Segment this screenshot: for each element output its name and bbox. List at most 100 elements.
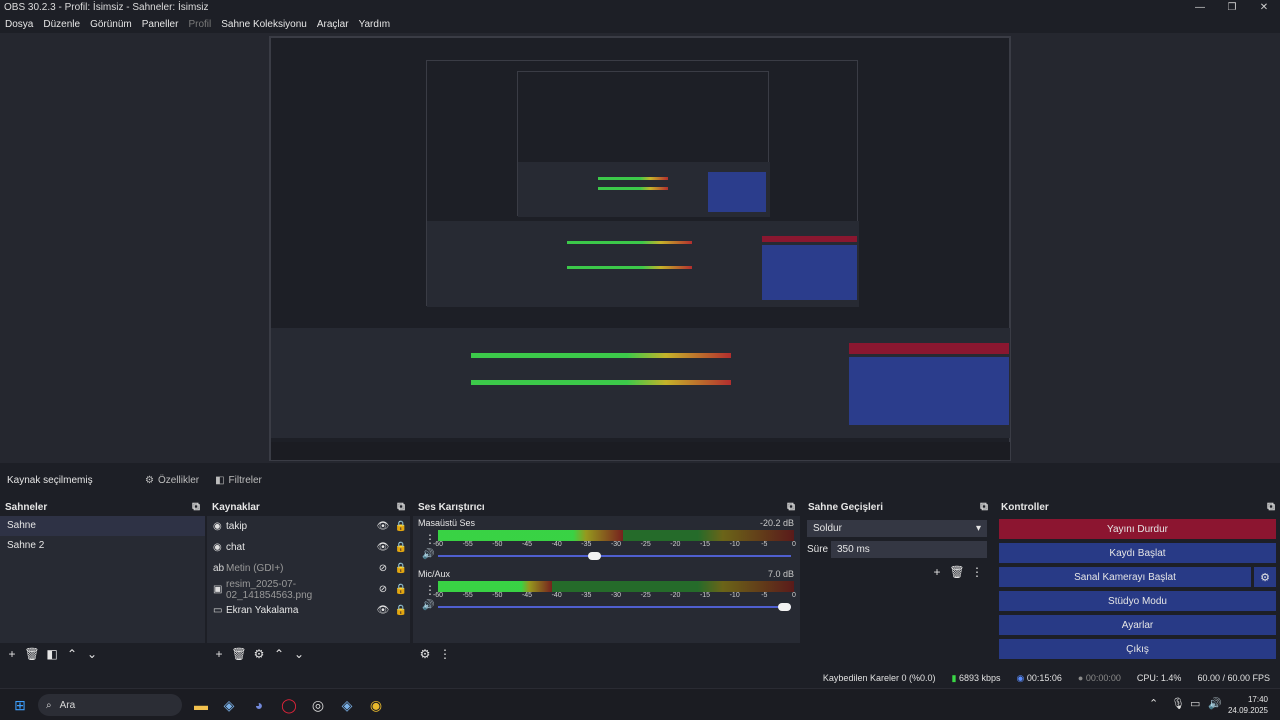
meter-tick-label: -55 [462, 592, 473, 599]
menu-file[interactable]: Dosya [0, 19, 38, 30]
source-item[interactable]: ▭ Ekran Yakalama 👁 🔒 [207, 600, 410, 621]
eye-icon[interactable]: 👁 [374, 605, 392, 616]
nested-meter-3b [598, 187, 668, 190]
trash-icon[interactable]: 🗑 [231, 646, 247, 662]
filter-icon[interactable]: ◧ [44, 646, 60, 662]
exit-button[interactable]: Çıkış [999, 639, 1276, 659]
discord-icon[interactable]: ◕ [249, 695, 269, 715]
undock-icon[interactable]: ⧉ [1267, 501, 1275, 514]
nested-taskbar [271, 442, 1010, 460]
obs-icon[interactable]: ◎ [308, 695, 328, 715]
settings-icon[interactable]: ⚙ [417, 646, 433, 662]
source-item[interactable]: ◉ takip 👁 🔒 [207, 516, 410, 537]
chevron-up-icon[interactable]: ⌃ [271, 646, 287, 662]
more-icon[interactable]: ⋮ [969, 564, 985, 580]
menu-edit[interactable]: Düzenle [38, 19, 85, 30]
chevron-up-icon[interactable]: ⌃ [1149, 697, 1158, 710]
opera-icon[interactable]: ◯ [279, 695, 299, 715]
taskbar-clock[interactable]: 17:40 24.09.2025 [1228, 694, 1268, 716]
scene-item[interactable]: Sahne [0, 516, 205, 536]
start-recording-button[interactable]: Kaydı Başlat [999, 543, 1276, 563]
nested-controls-1 [849, 357, 1009, 425]
scene-item[interactable]: Sahne 2 [0, 536, 205, 556]
lock-icon[interactable]: 🔒 [392, 584, 410, 595]
eye-hidden-icon[interactable]: ⊘ [374, 563, 392, 574]
dropped-frames: Kaybedilen Kareler 0 (%0.0) [822, 673, 936, 683]
stop-stream-button[interactable]: Yayını Durdur [999, 519, 1276, 539]
windows-start-icon[interactable]: ⊞ [10, 695, 30, 715]
chevron-down-icon[interactable]: ⌄ [84, 646, 100, 662]
volume-knob[interactable] [778, 603, 791, 611]
add-icon[interactable]: + [4, 646, 20, 662]
lock-icon[interactable]: 🔒 [392, 605, 410, 616]
meter-tick-label: -60 [432, 541, 444, 548]
add-icon[interactable]: + [211, 646, 227, 662]
steam-icon[interactable]: ◈ [337, 695, 357, 715]
properties-button[interactable]: ⚙ Özellikler [145, 475, 199, 486]
speaker-icon[interactable]: 🔊 [422, 600, 434, 611]
minimize-button[interactable]: — [1184, 2, 1216, 13]
transition-select[interactable]: Soldur ▾ [807, 520, 987, 537]
menu-help[interactable]: Yardım [354, 19, 396, 30]
trash-icon[interactable]: 🗑 [949, 564, 965, 580]
studio-mode-button[interactable]: Stüdyo Modu [999, 591, 1276, 611]
preview-area[interactable] [0, 33, 1280, 463]
menu-scene-collection[interactable]: Sahne Koleksiyonu [216, 19, 312, 30]
nested-stop-stream-2 [762, 236, 857, 242]
menu-bar: Dosya Düzenle Görünüm Paneller Profil Sa… [0, 15, 395, 33]
start-virtual-camera-button[interactable]: Sanal Kamerayı Başlat [999, 567, 1251, 587]
undock-icon[interactable]: ⧉ [192, 501, 200, 514]
volume-slider[interactable]: 🔊 [418, 600, 794, 613]
lock-icon[interactable]: 🔒 [392, 563, 410, 574]
settings-button[interactable]: Ayarlar [999, 615, 1276, 635]
steam-icon[interactable]: ◈ [219, 695, 239, 715]
meter-tick-label: -50 [492, 541, 503, 548]
source-item[interactable]: ◉ chat 👁 🔒 [207, 537, 410, 558]
volume-icon[interactable]: 🔊 [1208, 697, 1222, 710]
close-button[interactable]: ✕ [1248, 2, 1280, 13]
meter-tick-label: 0 [792, 541, 796, 548]
file-explorer-icon[interactable]: ▬ [191, 695, 211, 715]
undock-icon[interactable]: ⧉ [787, 501, 795, 514]
source-item[interactable]: ▣ resim_2025-07-02_141854563.png ⊘ 🔒 [207, 579, 410, 601]
undock-icon[interactable]: ⧉ [980, 501, 988, 514]
gear-icon[interactable]: ⚙ [251, 646, 267, 662]
undock-icon[interactable]: ⧉ [397, 501, 405, 514]
maximize-button[interactable]: ❐ [1216, 2, 1248, 13]
chevron-up-icon[interactable]: ⌃ [64, 646, 80, 662]
menu-tools[interactable]: Araçlar [312, 19, 354, 30]
eye-icon[interactable]: 👁 [374, 521, 392, 532]
virtual-camera-settings-icon[interactable]: ⚙ [1254, 567, 1276, 587]
microphone-icon[interactable]: 🎙 [1171, 697, 1185, 710]
network-icon[interactable]: ▭ [1190, 697, 1200, 710]
eye-icon[interactable]: 👁 [374, 542, 392, 553]
trash-icon[interactable]: 🗑 [24, 646, 40, 662]
title-bar: OBS 30.2.3 - Profil: İsimsiz - Sahneler:… [0, 0, 1280, 14]
taskbar-search[interactable]: ⌕ Ara [38, 694, 182, 716]
controls-title: Kontroller [1001, 501, 1049, 513]
channel-db: -20.2 dB [759, 518, 794, 528]
bitrate-status: ▮ 6893 kbps [951, 672, 1001, 683]
meter-level [438, 530, 624, 541]
preview-canvas[interactable] [269, 36, 1011, 461]
volume-slider[interactable]: 🔊 [418, 549, 794, 562]
volume-knob[interactable] [587, 552, 601, 560]
chrome-icon[interactable]: ◉ [366, 695, 386, 715]
meter-tick-label: -45 [521, 541, 533, 548]
menu-view[interactable]: Görünüm [85, 19, 137, 30]
lock-icon[interactable]: 🔒 [392, 521, 410, 532]
speaker-icon[interactable]: 🔊 [422, 549, 434, 560]
meter-tick-label: -10 [729, 541, 740, 548]
duration-input[interactable]: 350 ms [831, 541, 987, 558]
filters-button[interactable]: ◧ Filtreler [215, 475, 262, 486]
chevron-down-icon[interactable]: ⌄ [291, 646, 307, 662]
menu-docks[interactable]: Paneller [137, 19, 184, 30]
source-item[interactable]: ab Metin (GDI+) ⊘ 🔒 [207, 558, 410, 579]
add-icon[interactable]: + [929, 564, 945, 580]
volume-meter [438, 581, 794, 592]
lock-icon[interactable]: 🔒 [392, 542, 410, 553]
more-icon[interactable]: ⋮ [437, 646, 453, 662]
eye-hidden-icon[interactable]: ⊘ [374, 584, 392, 595]
menu-profile[interactable]: Profil [183, 19, 216, 30]
meter-tick-label: -5 [761, 541, 768, 548]
